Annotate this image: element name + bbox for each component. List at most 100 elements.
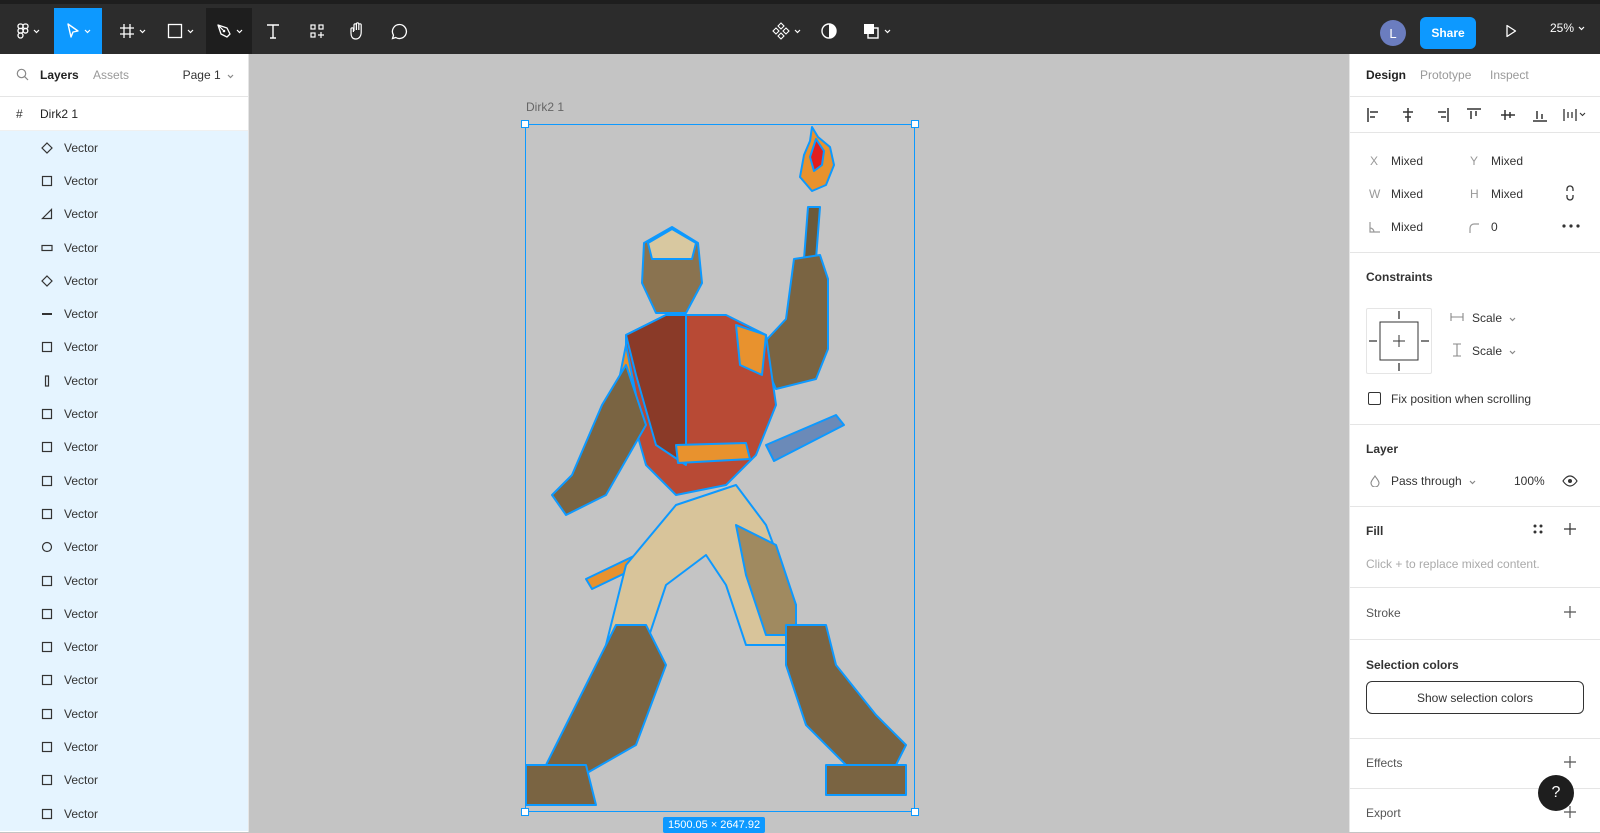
layer-row[interactable]: Vector <box>0 564 248 597</box>
component-actions-button[interactable] <box>766 8 806 54</box>
corner-radius-icon <box>1469 223 1479 233</box>
diamond-icon <box>40 274 54 288</box>
layer-row[interactable]: Vector <box>0 531 248 564</box>
layer-row[interactable]: Vector <box>0 664 248 697</box>
blend-mode-icon <box>1370 475 1380 487</box>
page-label: Page 1 <box>182 68 221 82</box>
share-button[interactable]: Share <box>1420 17 1476 49</box>
tab-layers[interactable]: Layers <box>40 68 79 82</box>
layer-row[interactable]: Vector <box>0 764 248 797</box>
y-label: Y <box>1470 154 1479 168</box>
comment-tool-button[interactable] <box>384 8 414 54</box>
layer-row[interactable]: Vector <box>0 464 248 497</box>
shape-tool-button[interactable] <box>160 8 200 54</box>
layer-row[interactable]: Vector <box>0 730 248 763</box>
layer-row[interactable]: Vector <box>0 497 248 530</box>
boolean-operations-button[interactable] <box>856 8 896 54</box>
x-input[interactable]: Mixed <box>1391 154 1423 168</box>
styles-grid-icon[interactable] <box>1532 523 1544 535</box>
opacity-input[interactable]: 100% <box>1514 474 1545 488</box>
triangle-icon <box>40 207 54 221</box>
present-button[interactable] <box>1496 8 1526 54</box>
figma-menu-button[interactable] <box>10 8 46 54</box>
distribute-icon[interactable] <box>1562 107 1586 123</box>
hand-icon <box>350 22 362 40</box>
vertical-constraint-select[interactable]: Scale <box>1472 344 1516 358</box>
user-avatar[interactable]: L <box>1380 20 1406 46</box>
page-selector[interactable]: Page 1 <box>183 68 234 82</box>
square-icon <box>40 474 54 488</box>
frame-label[interactable]: Dirk2 1 <box>526 100 564 114</box>
layer-row[interactable]: Vector <box>0 797 248 830</box>
layer-label: Vector <box>64 806 99 821</box>
zoom-menu[interactable]: 25% <box>1550 21 1585 35</box>
layer-row[interactable]: Vector <box>0 630 248 663</box>
layer-row[interactable]: Vector <box>0 331 248 364</box>
fix-position-checkbox[interactable] <box>1368 392 1381 405</box>
align-right-icon[interactable] <box>1434 107 1450 123</box>
corner-radius-input[interactable]: 0 <box>1491 220 1498 234</box>
help-button[interactable]: ? <box>1538 775 1574 811</box>
horizontal-constraint-select[interactable]: Scale <box>1472 311 1516 325</box>
divider <box>1350 639 1600 640</box>
align-top-icon[interactable] <box>1466 107 1482 123</box>
layer-row[interactable]: Vector <box>0 264 248 297</box>
layer-row[interactable]: Vector <box>0 397 248 430</box>
show-selection-colors-button[interactable]: Show selection colors <box>1366 681 1584 714</box>
add-stroke-icon[interactable] <box>1564 606 1576 618</box>
resources-tool-button[interactable] <box>302 8 332 54</box>
align-bottom-icon[interactable] <box>1532 107 1548 123</box>
text-tool-button[interactable] <box>258 8 288 54</box>
resize-handle-top-right[interactable] <box>911 120 919 128</box>
rotation-icon <box>1369 222 1380 233</box>
add-fill-icon[interactable] <box>1564 523 1576 535</box>
selected-frame[interactable] <box>521 120 919 816</box>
vertical-constraint-value: Scale <box>1472 344 1503 358</box>
w-input[interactable]: Mixed <box>1391 187 1423 201</box>
frame-tool-button[interactable] <box>112 8 152 54</box>
align-vertical-center-icon[interactable] <box>1500 107 1516 123</box>
resize-handle-top-left[interactable] <box>521 120 529 128</box>
layer-row[interactable]: Vector <box>0 697 248 730</box>
align-left-icon[interactable] <box>1366 107 1382 123</box>
tab-assets[interactable]: Assets <box>93 68 129 82</box>
move-tool-button[interactable] <box>54 8 102 54</box>
more-options-icon[interactable] <box>1562 224 1580 228</box>
layer-row[interactable]: Vector <box>0 597 248 630</box>
rectangle-icon <box>167 23 182 39</box>
layer-frame-row[interactable]: # Dirk2 1 <box>0 97 248 131</box>
y-input[interactable]: Mixed <box>1491 154 1523 168</box>
rotation-input[interactable]: Mixed <box>1391 220 1423 234</box>
canvas[interactable]: Dirk2 1 1500.05 × 2647.92 <box>249 54 1349 833</box>
square-icon <box>40 407 54 421</box>
resize-handle-bottom-left[interactable] <box>521 808 529 816</box>
play-icon <box>1506 24 1517 38</box>
hand-tool-button[interactable] <box>342 8 372 54</box>
layer-row[interactable]: Vector <box>0 164 248 197</box>
search-icon[interactable] <box>16 68 29 81</box>
layer-row[interactable]: Vector <box>0 431 248 464</box>
horizontal-constraint-icon <box>1450 313 1464 321</box>
layer-row[interactable]: Vector <box>0 131 248 164</box>
layer-row[interactable]: Vector <box>0 364 248 397</box>
properties-tabs: Design Prototype Inspect <box>1350 54 1600 97</box>
constraint-widget[interactable] <box>1366 308 1432 374</box>
add-effect-icon[interactable] <box>1564 756 1576 768</box>
eye-icon[interactable] <box>1562 475 1578 487</box>
comment-icon <box>391 23 407 39</box>
constrain-proportions-icon[interactable] <box>1564 185 1576 201</box>
mask-button[interactable] <box>814 8 844 54</box>
align-horizontal-center-icon[interactable] <box>1400 107 1416 123</box>
layer-row[interactable]: Vector <box>0 297 248 330</box>
layer-label: Vector <box>64 207 99 222</box>
tab-design[interactable]: Design <box>1366 68 1406 82</box>
tab-prototype[interactable]: Prototype <box>1420 68 1471 82</box>
properties-panel: Design Prototype Inspect X Mixed Y Mixed… <box>1349 54 1600 832</box>
layer-row[interactable]: Vector <box>0 231 248 264</box>
pen-tool-button[interactable] <box>206 8 252 54</box>
layer-row[interactable]: Vector <box>0 198 248 231</box>
tab-inspect[interactable]: Inspect <box>1490 68 1529 82</box>
blend-mode-select[interactable]: Pass through <box>1391 474 1476 488</box>
resize-handle-bottom-right[interactable] <box>911 808 919 816</box>
h-input[interactable]: Mixed <box>1491 187 1523 201</box>
